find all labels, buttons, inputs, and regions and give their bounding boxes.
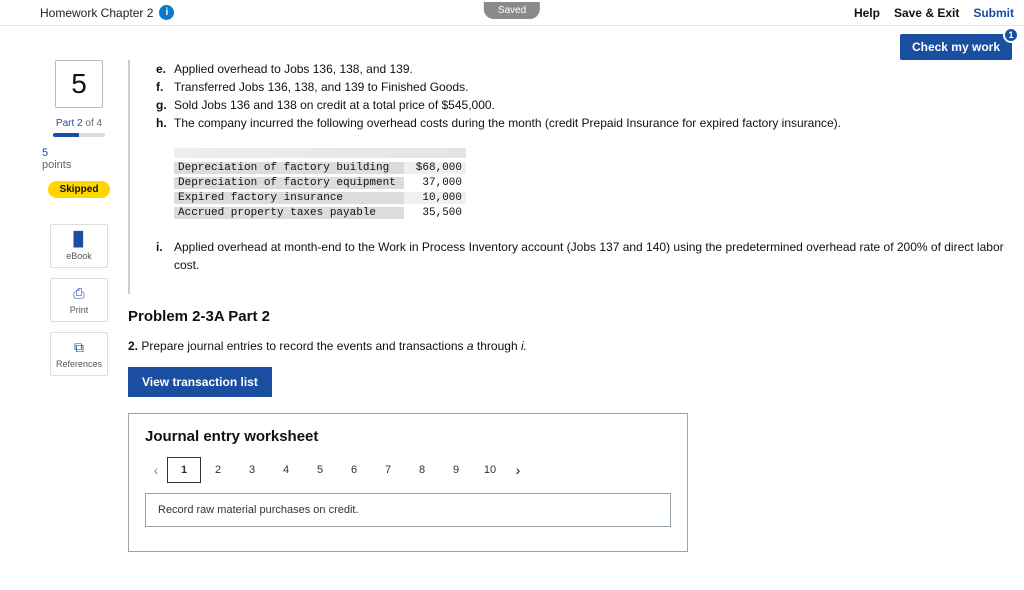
journal-tab-8[interactable]: 8 bbox=[405, 457, 439, 483]
check-my-work-button[interactable]: Check my work 1 bbox=[900, 34, 1012, 60]
references-button[interactable]: ⧉ References bbox=[50, 332, 108, 376]
part-of: of 4 bbox=[83, 118, 102, 129]
info-icon[interactable]: i bbox=[159, 5, 174, 20]
references-label: References bbox=[56, 359, 102, 369]
submit-link[interactable]: Submit bbox=[973, 6, 1014, 20]
part-label: Part 2 bbox=[56, 118, 83, 129]
book-icon: ▉ bbox=[74, 231, 85, 248]
table-row: Depreciation of factory equipment37,000 bbox=[174, 175, 1004, 190]
problem-statement: e.Applied overhead to Jobs 136, 138, and… bbox=[128, 60, 1004, 294]
journal-tab-1[interactable]: 1 bbox=[167, 457, 201, 483]
part-indicator: Part 2 of 4 bbox=[53, 118, 105, 137]
table-header-stripe bbox=[174, 148, 466, 158]
problem-title: Problem 2-3A Part 2 bbox=[128, 308, 1004, 325]
part-progress-fill bbox=[53, 133, 79, 137]
journal-tab-6[interactable]: 6 bbox=[337, 457, 371, 483]
question-number-box: 5 bbox=[55, 60, 103, 108]
item-g: g.Sold Jobs 136 and 138 on credit at a t… bbox=[156, 96, 1004, 114]
item-f: f.Transferred Jobs 136, 138, and 139 to … bbox=[156, 78, 1004, 96]
help-link[interactable]: Help bbox=[854, 6, 880, 20]
table-row: Expired factory insurance10,000 bbox=[174, 190, 1004, 205]
journal-tab-9[interactable]: 9 bbox=[439, 457, 473, 483]
check-badge: 1 bbox=[1003, 27, 1019, 43]
journal-worksheet: Journal entry worksheet ‹ 1 2 3 4 5 6 7 … bbox=[128, 413, 688, 552]
print-label: Print bbox=[70, 305, 89, 315]
points-label: points bbox=[42, 159, 71, 171]
prev-entry-arrow[interactable]: ‹ bbox=[145, 462, 167, 478]
points-block: 5 points bbox=[42, 147, 71, 171]
next-entry-arrow[interactable]: › bbox=[507, 462, 529, 478]
journal-title: Journal entry worksheet bbox=[145, 428, 671, 445]
view-transaction-list-button[interactable]: View transaction list bbox=[128, 367, 272, 397]
journal-entry-instruction: Record raw material purchases on credit. bbox=[145, 493, 671, 527]
assignment-title: Homework Chapter 2 bbox=[40, 6, 153, 20]
ebook-label: eBook bbox=[66, 251, 92, 261]
problem-instruction: 2. Prepare journal entries to record the… bbox=[128, 339, 1004, 353]
saved-indicator: Saved bbox=[484, 2, 540, 19]
printer-icon: ⎙ bbox=[73, 285, 84, 302]
item-i: i.Applied overhead at month-end to the W… bbox=[156, 238, 1004, 274]
part-progress-track bbox=[53, 133, 105, 137]
item-e: e.Applied overhead to Jobs 136, 138, and… bbox=[156, 60, 1004, 78]
table-row: Depreciation of factory building$68,000 bbox=[174, 160, 1004, 175]
item-h: h.The company incurred the following ove… bbox=[156, 114, 1004, 132]
skipped-pill[interactable]: Skipped bbox=[48, 181, 111, 198]
journal-tab-10[interactable]: 10 bbox=[473, 457, 507, 483]
copy-icon: ⧉ bbox=[74, 339, 84, 356]
check-my-work-label: Check my work bbox=[912, 40, 1000, 54]
journal-entry-tabs: ‹ 1 2 3 4 5 6 7 8 9 10 › bbox=[145, 457, 671, 483]
journal-tab-4[interactable]: 4 bbox=[269, 457, 303, 483]
ebook-button[interactable]: ▉ eBook bbox=[50, 224, 108, 268]
save-exit-link[interactable]: Save & Exit bbox=[894, 6, 959, 20]
points-value: 5 bbox=[42, 147, 71, 159]
table-row: Accrued property taxes payable35,500 bbox=[174, 205, 1004, 220]
journal-tab-7[interactable]: 7 bbox=[371, 457, 405, 483]
print-button[interactable]: ⎙ Print bbox=[50, 278, 108, 322]
overhead-costs-table: Depreciation of factory building$68,000 … bbox=[174, 148, 1004, 220]
journal-tab-2[interactable]: 2 bbox=[201, 457, 235, 483]
journal-tab-3[interactable]: 3 bbox=[235, 457, 269, 483]
journal-tab-5[interactable]: 5 bbox=[303, 457, 337, 483]
